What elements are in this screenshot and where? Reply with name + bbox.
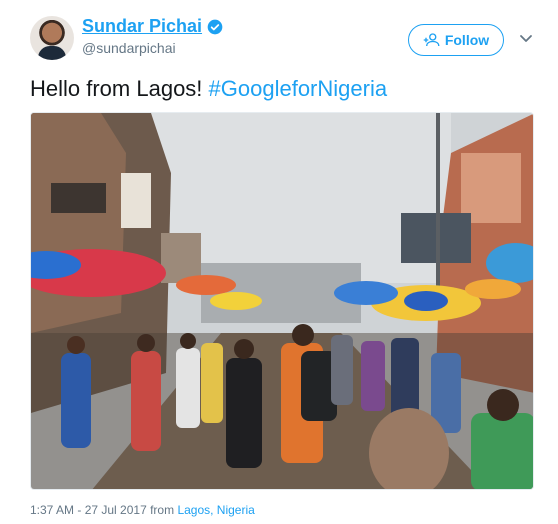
tweet-card: Sundar Pichai @sundarpichai Follow Hello… (0, 0, 558, 524)
verified-badge-icon (207, 19, 223, 34)
location-link[interactable]: Lagos, Nigeria (177, 503, 254, 517)
tweet-meta: 1:37 AM - 27 Jul 2017 from Lagos, Nigeri… (30, 503, 255, 517)
timestamp[interactable]: 1:37 AM - 27 Jul 2017 (30, 503, 147, 517)
add-user-icon (423, 33, 440, 47)
tweet-text: Hello from Lagos! #GoogleforNigeria (30, 76, 387, 102)
tweet-body: Hello from Lagos! (30, 76, 209, 101)
tweet-photo[interactable] (30, 112, 534, 490)
follow-label: Follow (444, 32, 490, 48)
user-handle[interactable]: @sundarpichai (82, 40, 176, 56)
chevron-down-icon[interactable] (518, 30, 534, 46)
display-name[interactable]: Sundar Pichai (82, 16, 202, 37)
hashtag-link[interactable]: #GoogleforNigeria (209, 76, 388, 101)
follow-button[interactable]: Follow (408, 24, 504, 56)
avatar[interactable] (30, 16, 74, 60)
from-label: from (150, 503, 175, 517)
name-row: Sundar Pichai (82, 16, 223, 37)
tweet-header: Sundar Pichai @sundarpichai Follow (30, 14, 540, 64)
street-market-crowd-photo (31, 113, 533, 489)
